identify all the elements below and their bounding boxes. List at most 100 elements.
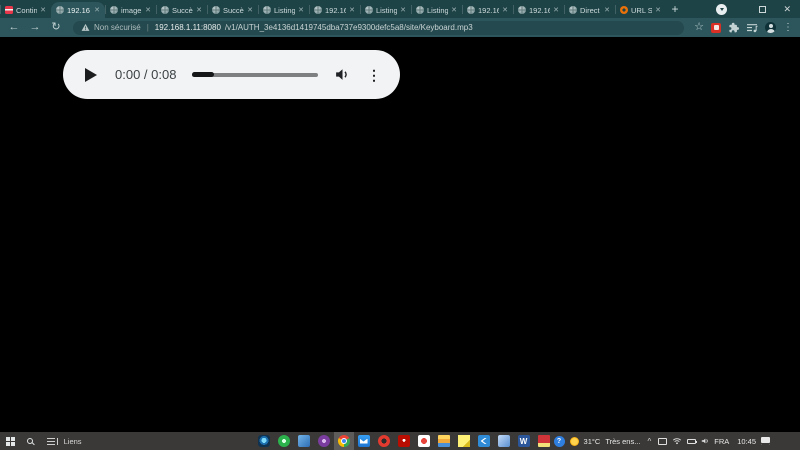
taskbar-app-bluesq[interactable]: [294, 432, 314, 450]
clock[interactable]: 10:45: [737, 437, 756, 446]
extensions-puzzle-icon[interactable]: [728, 22, 739, 33]
tab-close-icon[interactable]: ✕: [451, 7, 457, 14]
taskbar-app-chrome[interactable]: [333, 432, 354, 450]
browser-tab[interactable]: Contin ✕: [0, 2, 51, 18]
tab-title: image: [121, 5, 142, 15]
tab-close-icon[interactable]: ✕: [553, 7, 559, 14]
taskbar-app-photos[interactable]: [414, 432, 434, 450]
start-button[interactable]: [0, 432, 20, 450]
temperature-label[interactable]: 31°C: [584, 437, 601, 446]
help-tray-icon[interactable]: ?: [553, 435, 565, 447]
close-window-button[interactable]: ✕: [783, 4, 791, 14]
tab-close-icon[interactable]: ✕: [94, 7, 100, 14]
browser-tab[interactable]: 192.16 ✕: [309, 2, 360, 18]
tab-close-icon[interactable]: ✕: [145, 7, 151, 14]
taskbar-app-green[interactable]: [274, 432, 294, 450]
extension-red-icon[interactable]: [711, 22, 721, 33]
tab-close-icon[interactable]: ✕: [349, 7, 355, 14]
new-tab-button[interactable]: +: [666, 0, 684, 18]
taskbar-app-cube[interactable]: [494, 432, 514, 450]
reload-button[interactable]: ↻: [49, 22, 63, 33]
browser-tab[interactable]: Succès ✕: [156, 2, 207, 18]
taskbar-app-mail[interactable]: [354, 432, 374, 450]
tab-close-icon[interactable]: ✕: [655, 7, 661, 14]
taskbar-app-purple[interactable]: [314, 432, 334, 450]
network-tray-icon[interactable]: [672, 437, 682, 445]
taskbar-app-gem[interactable]: [254, 432, 274, 450]
maximize-button[interactable]: [759, 5, 767, 13]
windows-taskbar: Liens W ? 31°C Très ens... ^ FRA 10:45: [0, 432, 800, 450]
taskbar-app-sticky[interactable]: [454, 432, 474, 450]
taskbar-app-acrobat[interactable]: [394, 432, 414, 450]
volume-tray-icon[interactable]: [701, 437, 709, 445]
taskbar-app-vscode[interactable]: [474, 432, 494, 450]
forward-button[interactable]: →: [28, 22, 42, 33]
language-indicator[interactable]: FRA: [714, 437, 729, 446]
links-toolbar-button[interactable]: [40, 432, 60, 450]
player-menu-icon[interactable]: ⋮: [367, 68, 381, 82]
browser-window: Contin ✕ 192.16 ✕ image ✕ Succès: [0, 0, 800, 432]
tab-favicon: [5, 6, 13, 14]
browser-tab[interactable]: 192.16 ✕: [51, 2, 105, 18]
browser-tab[interactable]: Listing ✕: [411, 2, 462, 18]
tab-close-icon[interactable]: ✕: [40, 7, 46, 14]
browser-toolbar: ← → ↻ Non sécurisé | 192.168.1.11:8080/v…: [0, 18, 800, 37]
taskbar-app-icon: [377, 435, 390, 447]
windows-logo-icon: [5, 436, 15, 446]
address-bar[interactable]: Non sécurisé | 192.168.1.11:8080/v1/AUTH…: [73, 20, 685, 35]
taskbar-app-icon: [357, 435, 370, 447]
browser-tab[interactable]: 192.16 ✕: [513, 2, 564, 18]
profile-avatar[interactable]: [765, 22, 776, 33]
taskbar-app-icon: [397, 435, 410, 447]
volume-icon[interactable]: [334, 66, 351, 83]
taskbar-app-icon: [257, 435, 270, 447]
taskbar-app-icon: [517, 435, 530, 447]
browser-tab[interactable]: Listing ✕: [258, 2, 309, 18]
tab-favicon: [56, 6, 64, 14]
tab-close-icon[interactable]: ✕: [298, 7, 304, 14]
tab-close-icon[interactable]: ✕: [400, 7, 406, 14]
taskbar-app-explorer[interactable]: [434, 432, 454, 450]
tab-favicon: [467, 6, 475, 14]
tab-favicon: [518, 6, 526, 14]
tab-favicon: [365, 6, 373, 14]
media-controls-icon[interactable]: [746, 23, 758, 33]
tab-close-icon[interactable]: ✕: [247, 7, 253, 14]
taskbar-app-icon: [537, 435, 550, 447]
browser-tab[interactable]: 192.16 ✕: [462, 2, 513, 18]
browser-tab[interactable]: image ✕: [105, 2, 156, 18]
taskbar-apps: [254, 432, 554, 450]
play-button[interactable]: [82, 67, 100, 82]
browser-menu-icon[interactable]: ⋮: [783, 22, 793, 33]
tray-expand-chevron[interactable]: ^: [647, 437, 651, 446]
taskbar-app-opera[interactable]: [374, 432, 394, 450]
tab-title: 192.16: [325, 5, 347, 15]
audio-player[interactable]: 0:00 / 0:08 ⋮: [63, 50, 400, 99]
browser-tab[interactable]: Direct ✕: [564, 2, 615, 18]
tab-favicon: [314, 6, 322, 14]
bookmark-star-icon[interactable]: ☆: [694, 22, 704, 33]
taskbar-app-icon: [277, 435, 290, 447]
action-center-icon[interactable]: [761, 437, 771, 445]
weather-sun-icon[interactable]: [569, 436, 579, 446]
weather-label[interactable]: Très ens...: [605, 437, 640, 446]
tab-search-button[interactable]: [716, 3, 728, 15]
tab-close-icon[interactable]: ✕: [196, 7, 202, 14]
omnibox-divider: |: [146, 23, 149, 32]
battery-tray-icon[interactable]: [687, 438, 698, 444]
display-tray-icon[interactable]: [658, 437, 668, 445]
tab-close-icon[interactable]: ✕: [604, 7, 610, 14]
browser-tab[interactable]: Succès ✕: [207, 2, 258, 18]
tab-title: Succès: [172, 5, 193, 15]
taskbar-search-button[interactable]: [20, 432, 40, 450]
seek-bar[interactable]: [192, 72, 318, 77]
not-secure-warning-icon[interactable]: [81, 23, 90, 32]
links-toolbar-label[interactable]: Liens: [64, 437, 82, 446]
taskbar-app-winrar[interactable]: [534, 432, 554, 450]
back-button[interactable]: ←: [7, 22, 21, 33]
browser-tab[interactable]: Listing ✕: [360, 2, 411, 18]
taskbar-app-word[interactable]: [514, 432, 534, 450]
tab-title: Contin: [16, 5, 38, 15]
tab-close-icon[interactable]: ✕: [502, 7, 508, 14]
browser-tab[interactable]: URL Sh ✕: [615, 2, 666, 18]
